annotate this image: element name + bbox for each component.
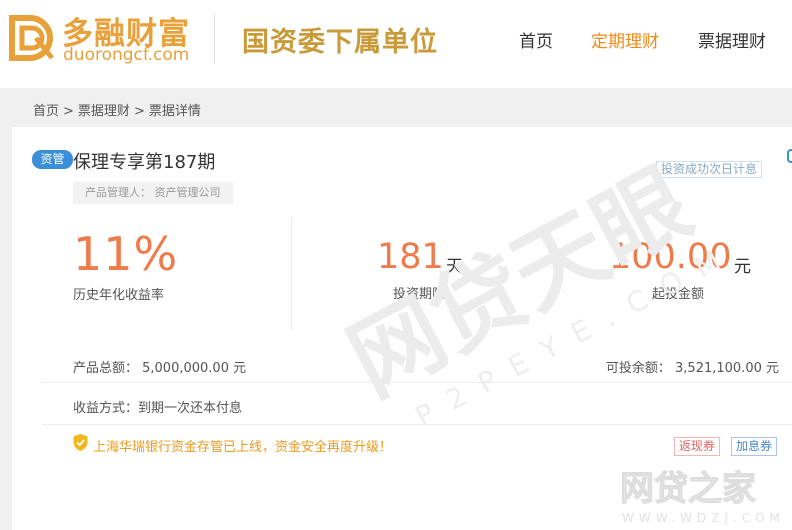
- term-label: 投资期限: [393, 287, 446, 302]
- watermark-cn: 网贷之家: [620, 469, 756, 509]
- stat-divider: [291, 217, 292, 330]
- breadcrumb-current: 票据详情: [148, 104, 201, 119]
- term-unit: 天: [446, 257, 463, 277]
- logo-icon[interactable]: [6, 12, 58, 64]
- watermark-cn: 网贷天眼: [332, 149, 707, 416]
- total-amount: 产品总额： 5,000,000.00 元: [73, 361, 247, 376]
- header-divider: [214, 14, 215, 64]
- divider: [42, 424, 792, 425]
- cashback-coupon-tag: 返现券: [674, 437, 721, 456]
- annual-rate-value: 11%: [73, 227, 179, 281]
- product-type-badge: 资管: [32, 150, 73, 169]
- custody-notice: 上海华瑞银行资金存管已上线，资金安全再度升级！: [93, 440, 393, 455]
- nav-fixed-term[interactable]: 定期理财: [591, 27, 659, 52]
- watermark-en: WWW.WDZJ.COM: [622, 511, 785, 525]
- header-slogan: 国资委下属单位: [242, 27, 438, 58]
- term-value: 181: [377, 237, 444, 277]
- min-investment-label: 起投金额: [652, 287, 705, 302]
- annual-rate-label: 历史年化收益率: [73, 288, 165, 303]
- shield-icon: [73, 434, 88, 451]
- wdzj-watermark: 网贷之家 WWW.WDZJ.COM: [620, 469, 785, 526]
- remaining-amount: 可投余额： 3,521,100.00 元: [605, 361, 779, 376]
- nav-bill-finance[interactable]: 票据理财: [698, 27, 766, 52]
- breadcrumb-separator: >: [133, 104, 145, 119]
- product-card: 资管 保理专享第187期 产品管理人： 资产管理公司 投资成功次日计息 11% …: [12, 127, 792, 530]
- repayment-method: 收益方式：到期一次还本付息: [73, 401, 243, 416]
- side-tab-icon[interactable]: [787, 149, 792, 163]
- rate-coupon-tag: 加息券: [731, 437, 778, 456]
- logo-domain[interactable]: duorongcf.com: [63, 45, 189, 65]
- site-header: 多融财富 duorongcf.com 国资委下属单位 首页 定期理财 票据理财: [0, 0, 792, 88]
- interest-start-tag: 投资成功次日计息: [656, 161, 763, 178]
- breadcrumb: 首页 > 票据理财 > 票据详情: [33, 100, 201, 119]
- min-investment-unit: 元: [734, 257, 751, 277]
- breadcrumb-separator: >: [63, 104, 74, 119]
- breadcrumb-bill-finance[interactable]: 票据理财: [78, 104, 130, 119]
- product-manager: 产品管理人： 资产管理公司: [73, 182, 233, 204]
- min-investment-value: 100.00: [609, 237, 732, 277]
- product-title: 保理专享第187期: [73, 152, 216, 173]
- breadcrumb-home[interactable]: 首页: [33, 104, 59, 119]
- divider: [42, 382, 792, 383]
- nav-home[interactable]: 首页: [519, 27, 553, 52]
